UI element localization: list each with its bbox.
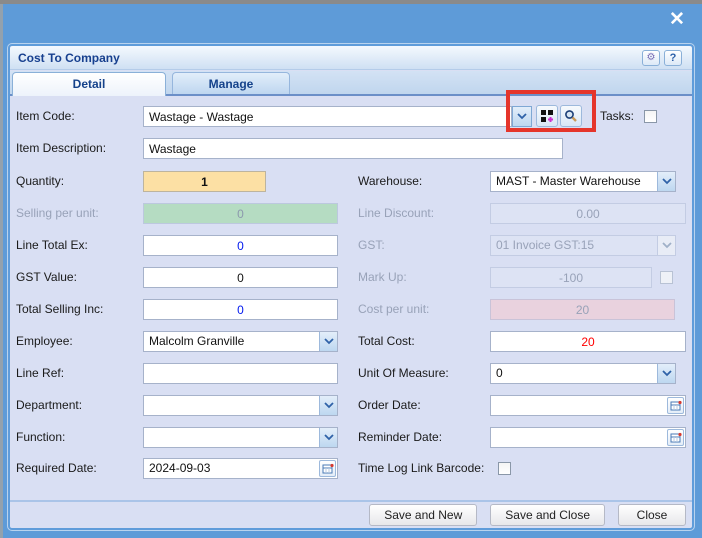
line-ref-input[interactable]	[143, 363, 338, 384]
time-log-link-barcode-label: Time Log Link Barcode:	[358, 461, 485, 475]
dialog-footer: Save and New Save and Close Close	[10, 500, 692, 528]
item-code-label: Item Code:	[16, 109, 75, 123]
help-icon[interactable]: ?	[664, 50, 682, 66]
close-icon[interactable]: ✕	[664, 8, 690, 32]
item-description-input[interactable]	[143, 138, 563, 159]
desktop-background: ✕ Cost To Company ⚙ ? Detail Manage Item…	[0, 0, 702, 538]
grid-plus-icon	[540, 109, 553, 122]
cost-per-unit-label: Cost per unit:	[358, 302, 430, 316]
order-date-label: Order Date:	[358, 398, 421, 412]
window-frame-top	[0, 0, 702, 4]
chevron-down-icon[interactable]	[657, 172, 675, 191]
cost-per-unit-input	[490, 299, 675, 320]
calendar-icon[interactable]	[667, 429, 684, 446]
settings-gear-icon[interactable]: ⚙	[642, 50, 660, 66]
order-date-field[interactable]	[490, 395, 686, 416]
form-content: Item Code: Tasks:	[10, 98, 692, 502]
item-code-dropdown-trigger[interactable]	[512, 106, 532, 127]
gst-label: GST:	[358, 238, 385, 252]
total-selling-inc-label: Total Selling Inc:	[16, 302, 104, 316]
reminder-date-label: Reminder Date:	[358, 430, 443, 444]
tab-strip: Detail Manage	[10, 71, 692, 96]
line-discount-input	[490, 203, 686, 224]
mark-up-checkbox	[660, 271, 673, 284]
tasks-checkbox[interactable]	[644, 110, 657, 123]
gst-value-label: GST Value:	[16, 270, 77, 284]
selling-per-unit-input	[143, 203, 338, 224]
employee-select[interactable]: Malcolm Granville	[143, 331, 338, 352]
reminder-date-field[interactable]	[490, 427, 686, 448]
line-total-ex-label: Line Total Ex:	[16, 238, 88, 252]
window-frame-left	[0, 4, 3, 538]
item-description-label: Item Description:	[16, 141, 107, 155]
chevron-down-icon[interactable]	[319, 332, 337, 351]
gst-value-input[interactable]	[143, 267, 338, 288]
quantity-input[interactable]	[143, 171, 266, 192]
chevron-down-icon[interactable]	[319, 396, 337, 415]
cost-to-company-dialog: Cost To Company ⚙ ? Detail Manage Item C…	[8, 44, 694, 530]
dialog-title: Cost To Company	[18, 51, 120, 65]
item-code-input[interactable]	[143, 106, 512, 127]
chevron-down-icon[interactable]	[319, 428, 337, 447]
warehouse-select[interactable]: MAST - Master Warehouse	[490, 171, 676, 192]
search-icon	[565, 110, 577, 122]
mark-up-input	[490, 267, 652, 288]
line-discount-label: Line Discount:	[358, 206, 435, 220]
function-select[interactable]	[143, 427, 338, 448]
chevron-down-icon	[517, 113, 527, 120]
total-cost-label: Total Cost:	[358, 334, 415, 348]
item-search-button[interactable]	[560, 105, 582, 127]
chevron-down-icon[interactable]	[657, 364, 675, 383]
calendar-icon[interactable]	[667, 397, 684, 414]
tab-manage[interactable]: Manage	[172, 72, 290, 94]
item-multi-select-button[interactable]	[536, 105, 558, 127]
department-label: Department:	[16, 398, 83, 412]
function-label: Function:	[16, 430, 66, 444]
tasks-label: Tasks:	[600, 109, 635, 123]
tab-detail[interactable]: Detail	[12, 72, 166, 96]
employee-label: Employee:	[16, 334, 73, 348]
quantity-label: Quantity:	[16, 174, 65, 188]
dialog-header: Cost To Company ⚙ ?	[10, 46, 692, 70]
department-select[interactable]	[143, 395, 338, 416]
calendar-icon[interactable]	[319, 460, 336, 477]
line-ref-label: Line Ref:	[16, 366, 65, 380]
close-button[interactable]: Close	[618, 504, 686, 526]
mark-up-label: Mark Up:	[358, 270, 407, 284]
required-date-field[interactable]: 2024-09-03	[143, 458, 338, 479]
unit-of-measure-label: Unit Of Measure:	[358, 366, 449, 380]
selling-per-unit-label: Selling per unit:	[16, 206, 99, 220]
unit-of-measure-select[interactable]: 0	[490, 363, 676, 384]
gst-select: 01 Invoice GST:15	[490, 235, 676, 256]
total-selling-inc-input[interactable]	[143, 299, 338, 320]
required-date-label: Required Date:	[16, 461, 97, 475]
save-and-close-button[interactable]: Save and Close	[490, 504, 605, 526]
total-cost-input[interactable]	[490, 331, 686, 352]
time-log-link-barcode-checkbox[interactable]	[498, 462, 511, 475]
chevron-down-icon	[657, 236, 675, 255]
warehouse-label: Warehouse:	[358, 174, 423, 188]
line-total-ex-input[interactable]	[143, 235, 338, 256]
save-and-new-button[interactable]: Save and New	[369, 504, 478, 526]
